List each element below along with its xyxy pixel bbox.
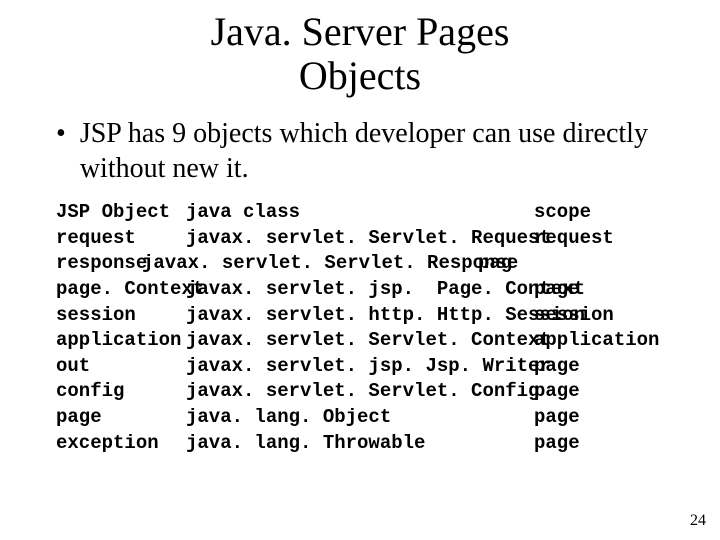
cell-jsp-object: session	[56, 303, 186, 329]
bullet-text: JSP has 9 objects which developer can us…	[80, 116, 720, 186]
bullet-dot: •	[56, 116, 66, 186]
cell-jsp-object: page	[56, 405, 186, 431]
cell-java-class: javax. servlet. Servlet. Request	[186, 226, 534, 252]
cell-java-class: javax. servlet. jsp. Jsp. Writer	[186, 354, 534, 380]
cell-java-class: javax. servlet. Servlet. Context	[186, 328, 534, 354]
table-row: application javax. servlet. Servlet. Con…	[56, 328, 720, 354]
slide: Java. Server Pages Objects • JSP has 9 o…	[0, 0, 720, 540]
table-row: page java. lang. Object page	[56, 405, 720, 431]
table-row: session javax. servlet. http. Http. Sess…	[56, 303, 720, 329]
header-jsp-object: JSP Object	[56, 200, 186, 226]
cell-jsp-object: application	[56, 328, 186, 354]
table-header-row: JSP Object java class scope	[56, 200, 720, 226]
cell-jsp-object: page. Context	[56, 277, 186, 303]
cell-jsp-object: request	[56, 226, 186, 252]
cell-scope: pag	[478, 251, 512, 277]
page-number: 24	[690, 512, 706, 530]
cell-java-class: javax. servlet. Servlet. Response	[142, 251, 478, 277]
cell-jsp-object: response	[56, 251, 142, 277]
cell-scope: page	[534, 354, 580, 380]
cell-jsp-object: out	[56, 354, 186, 380]
table-row: exception java. lang. Throwable page	[56, 431, 720, 457]
title-line-1: Java. Server Pages	[211, 9, 510, 54]
cell-java-class: javax. servlet. Servlet. Config	[186, 379, 534, 405]
table-row: out javax. servlet. jsp. Jsp. Writer pag…	[56, 354, 720, 380]
slide-title: Java. Server Pages Objects	[0, 0, 720, 98]
header-java-class: java class	[186, 200, 534, 226]
cell-scope: page	[534, 405, 580, 431]
cell-java-class: java. lang. Throwable	[186, 431, 534, 457]
cell-java-class: java. lang. Object	[186, 405, 534, 431]
cell-scope: page	[534, 431, 580, 457]
cell-scope: page	[534, 379, 580, 405]
cell-java-class: javax. servlet. jsp. Page. Context	[186, 277, 534, 303]
cell-scope: session	[534, 303, 614, 329]
table-row: config javax. servlet. Servlet. Config p…	[56, 379, 720, 405]
table-row: page. Context javax. servlet. jsp. Page.…	[56, 277, 720, 303]
table-row: request javax. servlet. Servlet. Request…	[56, 226, 720, 252]
bullet-item: • JSP has 9 objects which developer can …	[56, 116, 720, 186]
cell-java-class: javax. servlet. http. Http. Session	[186, 303, 534, 329]
title-line-2: Objects	[299, 53, 421, 98]
header-scope: scope	[534, 200, 591, 226]
cell-scope: page	[534, 277, 580, 303]
cell-jsp-object: exception	[56, 431, 186, 457]
table-row: response javax. servlet. Servlet. Respon…	[56, 251, 720, 277]
cell-scope: application	[534, 328, 659, 354]
cell-scope: request	[534, 226, 614, 252]
jsp-objects-table: JSP Object java class scope request java…	[56, 200, 720, 456]
cell-jsp-object: config	[56, 379, 186, 405]
